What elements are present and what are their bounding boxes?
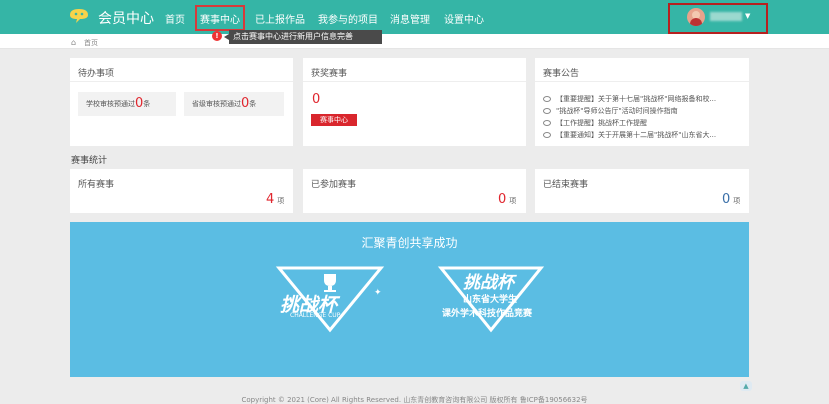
logo-icon xyxy=(70,9,88,23)
province-review-box[interactable]: 省级审核预通过0条 xyxy=(184,92,284,116)
sparkle-icon: ✦ xyxy=(374,288,382,298)
comment-icon xyxy=(543,132,551,138)
stat-joined-value: 0 xyxy=(498,192,507,207)
awards-card: 获奖赛事 xyxy=(303,58,526,146)
school-review-unit: 条 xyxy=(143,100,151,108)
comment-icon xyxy=(543,108,551,114)
chevron-down-icon[interactable]: ▼ xyxy=(745,12,750,20)
comment-icon xyxy=(543,120,551,126)
nav-settings[interactable]: 设置中心 xyxy=(444,11,484,26)
announcement-text[interactable]: 【重要通知】关于开展第十二届"挑战杯"山东省大... xyxy=(556,131,716,139)
stat-ended-value: 0 xyxy=(722,192,731,207)
stat-card-joined[interactable]: 已参加赛事 xyxy=(303,169,526,213)
avatar[interactable] xyxy=(687,8,705,26)
banner-left-logo-sub: CHALLENGE CUP xyxy=(290,312,341,319)
todo-title: 待办事项 xyxy=(78,69,115,79)
divider xyxy=(535,81,749,82)
announcement-item[interactable]: "挑战杯"导师公告厅"活动时间操作指南 xyxy=(543,106,743,116)
announcements-title: 赛事公告 xyxy=(543,69,580,79)
announcement-text[interactable]: 【重要提醒】关于第十七届"挑战杯"网络报备和校... xyxy=(556,95,716,103)
home-icon[interactable]: ⌂ xyxy=(71,38,76,47)
announcement-item[interactable]: 【重要通知】关于开展第十二届"挑战杯"山东省大... xyxy=(543,130,743,140)
stat-all-value: 4 xyxy=(266,192,275,207)
breadcrumb-bar xyxy=(0,34,829,49)
awards-title: 获奖赛事 xyxy=(311,69,348,79)
stat-all-unit: 项 xyxy=(277,197,285,205)
announcement-item[interactable]: 【工作提醒】挑战杯工作提醒 xyxy=(543,118,743,128)
stat-joined-value-wrap: 0项 xyxy=(498,192,516,207)
banner-right-line1: 山东省大学生 xyxy=(463,295,518,305)
announcement-text[interactable]: "挑战杯"导师公告厅"活动时间操作指南 xyxy=(556,107,678,115)
stat-card-ended[interactable]: 已结束赛事 xyxy=(535,169,749,213)
divider xyxy=(303,81,526,82)
tooltip: 点击赛事中心进行新用户信息完善 xyxy=(224,30,382,44)
todo-card: 待办事项 学校审核预通过0条 省级审核预通过0条 xyxy=(70,58,293,146)
province-review-unit: 条 xyxy=(249,100,257,108)
stat-joined-label: 已参加赛事 xyxy=(311,180,357,190)
scroll-to-top-button[interactable]: ▲ xyxy=(740,381,752,391)
announcement-item[interactable]: 【重要提醒】关于第十七届"挑战杯"网络报备和校... xyxy=(543,94,743,104)
divider xyxy=(70,81,293,82)
stat-all-label: 所有赛事 xyxy=(78,180,115,190)
banner-title: 汇聚青创共享成功 xyxy=(361,236,458,250)
nav-highlight-box xyxy=(195,5,245,31)
banner-right-logo-text: 挑战杯 xyxy=(463,273,514,293)
brand-title[interactable]: 会员中心 xyxy=(98,8,154,28)
stat-joined-unit: 项 xyxy=(509,197,517,205)
stat-card-all[interactable]: 所有赛事 xyxy=(70,169,293,213)
stat-ended-value-wrap: 0项 xyxy=(722,192,740,207)
awards-count: 0 xyxy=(312,92,321,107)
stat-ended-label: 已结束赛事 xyxy=(543,180,589,190)
nav-messages[interactable]: 消息管理 xyxy=(390,11,430,26)
footer-copyright: Copyright © 2021 (Core) All Rights Reser… xyxy=(241,396,588,404)
province-review-label: 省级审核预通过 xyxy=(192,100,241,108)
events-center-button[interactable]: 赛事中心 xyxy=(311,114,357,126)
stats-section-title: 赛事统计 xyxy=(71,156,108,166)
breadcrumb-home[interactable]: 首页 xyxy=(84,38,98,48)
nav-home[interactable]: 首页 xyxy=(165,11,185,26)
comment-icon xyxy=(543,96,551,102)
username-blurred[interactable] xyxy=(710,12,742,21)
promo-banner[interactable]: 汇聚青创共享成功 挑战杯 CHALLENGE CUP ✦ 挑战杯 山东省大学生 … xyxy=(70,222,749,377)
school-review-label: 学校审核预通过 xyxy=(86,100,135,108)
banner-right-line2: 课外学术科技作品竞赛 xyxy=(442,309,533,319)
school-review-box[interactable]: 学校审核预通过0条 xyxy=(78,92,176,116)
alert-icon: ! xyxy=(212,31,222,41)
nav-submitted-works[interactable]: 已上报作品 xyxy=(255,11,305,26)
stat-all-value-wrap: 4项 xyxy=(266,192,284,207)
nav-my-projects[interactable]: 我参与的项目 xyxy=(318,11,378,26)
stat-ended-unit: 项 xyxy=(733,197,741,205)
announcement-text[interactable]: 【工作提醒】挑战杯工作提醒 xyxy=(556,119,647,127)
